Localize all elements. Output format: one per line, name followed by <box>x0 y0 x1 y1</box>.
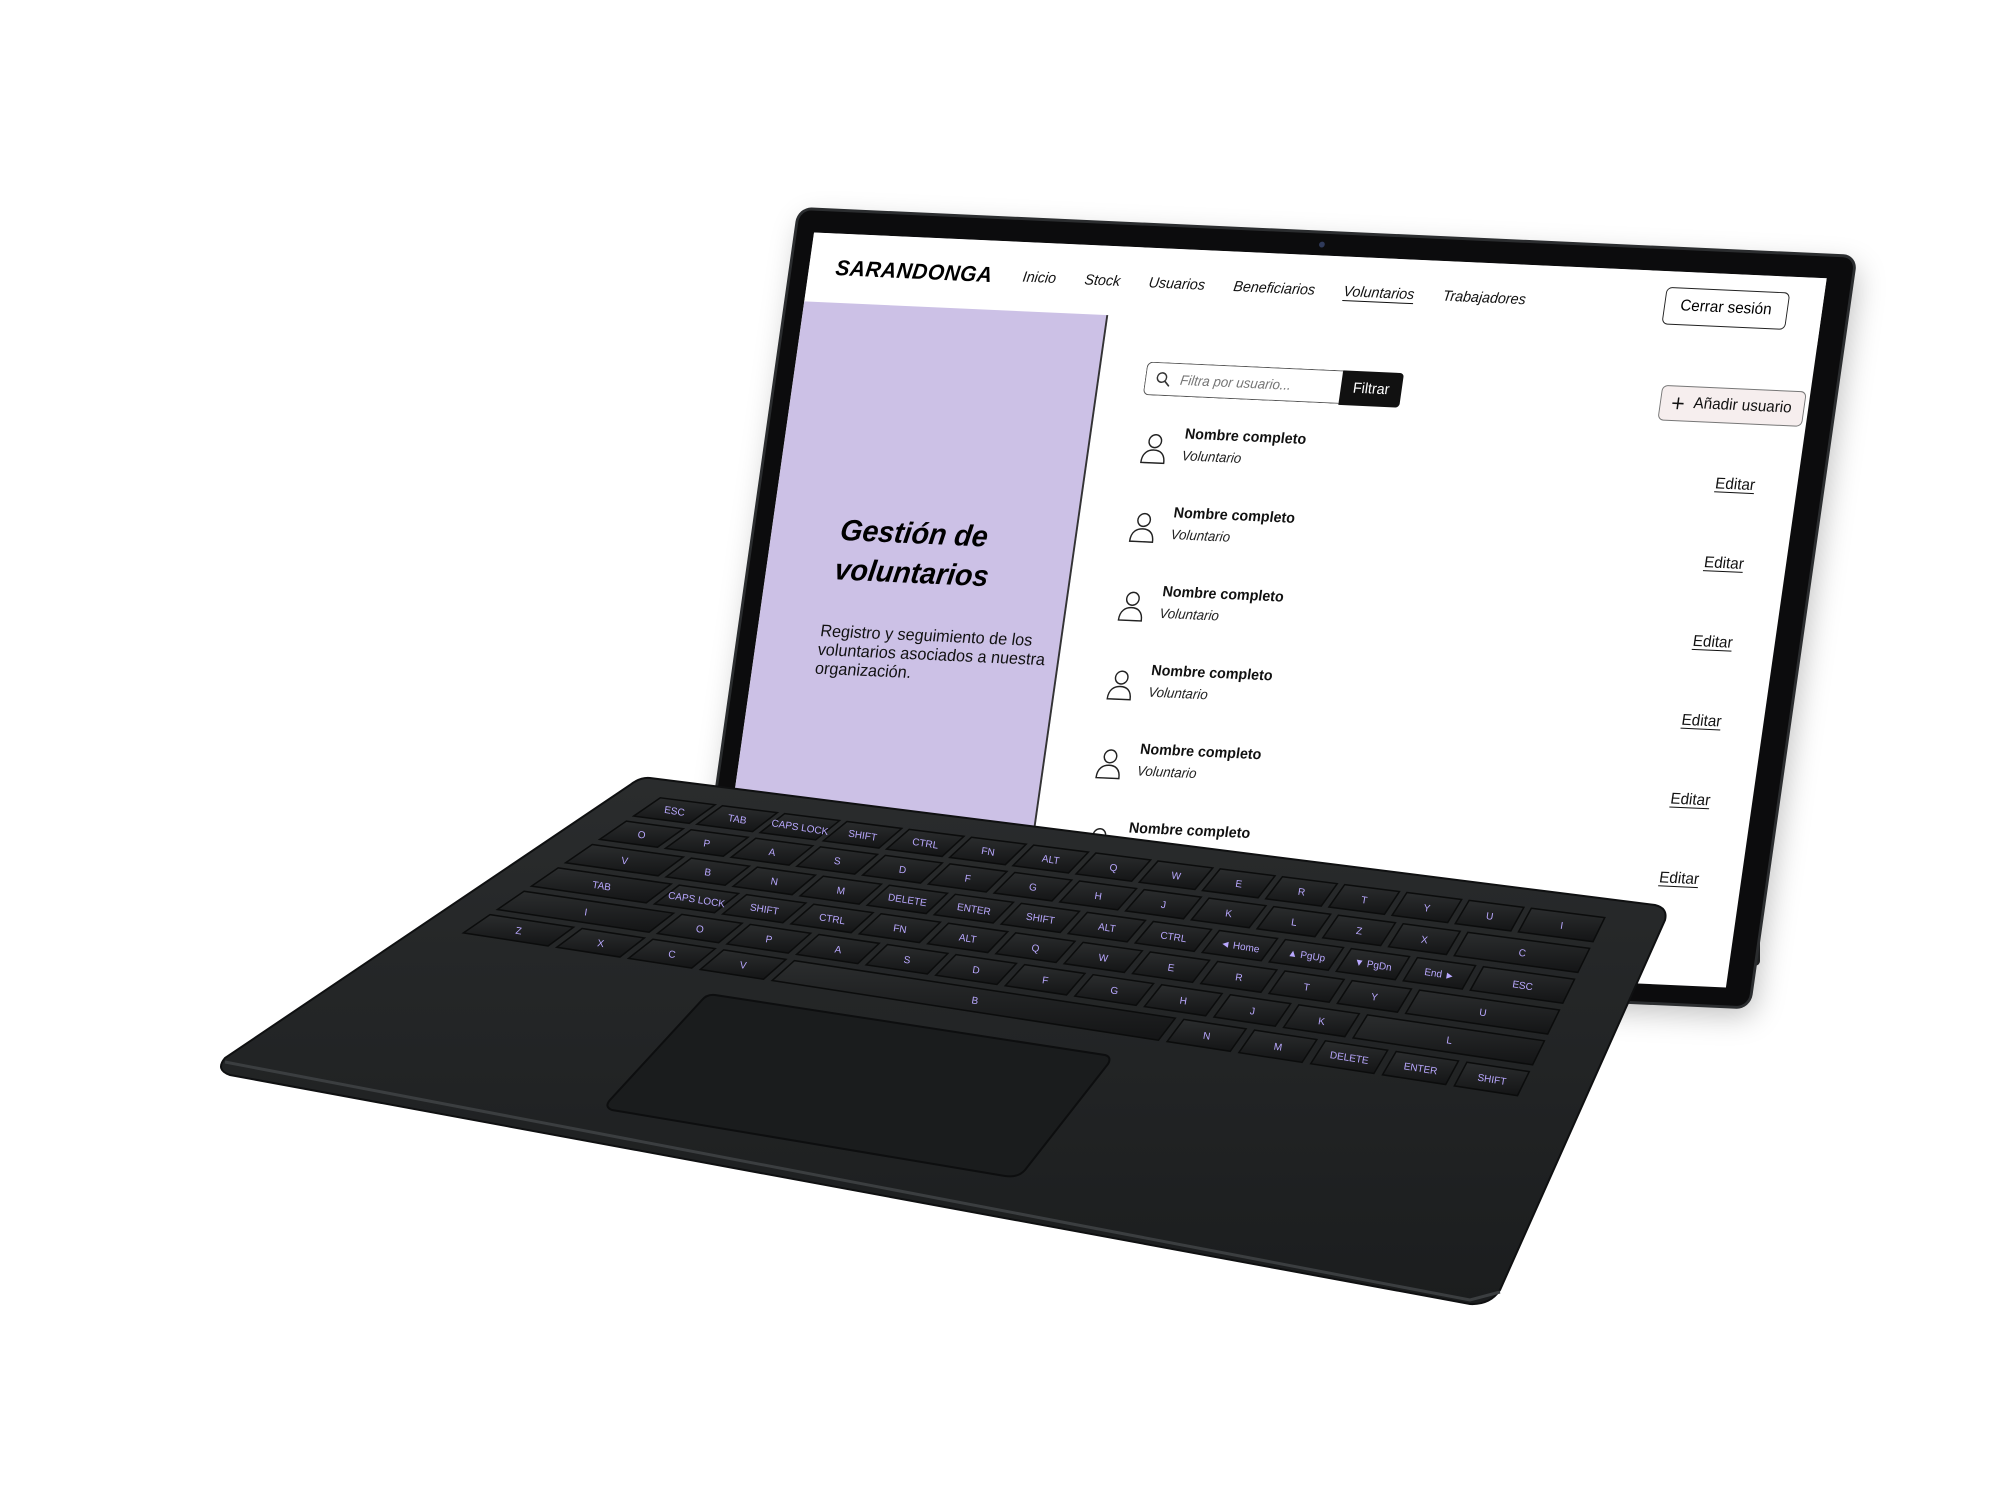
key-legend: M <box>1273 1042 1283 1054</box>
key-legend: M <box>836 885 846 897</box>
keyboard-cover: ESCTAB CAPS LOCK SHIFTCTRLFNALTQWERTYUIOPA… <box>220 776 1667 1306</box>
key-legend: FN <box>892 923 907 936</box>
key-legend: FN <box>980 846 995 859</box>
